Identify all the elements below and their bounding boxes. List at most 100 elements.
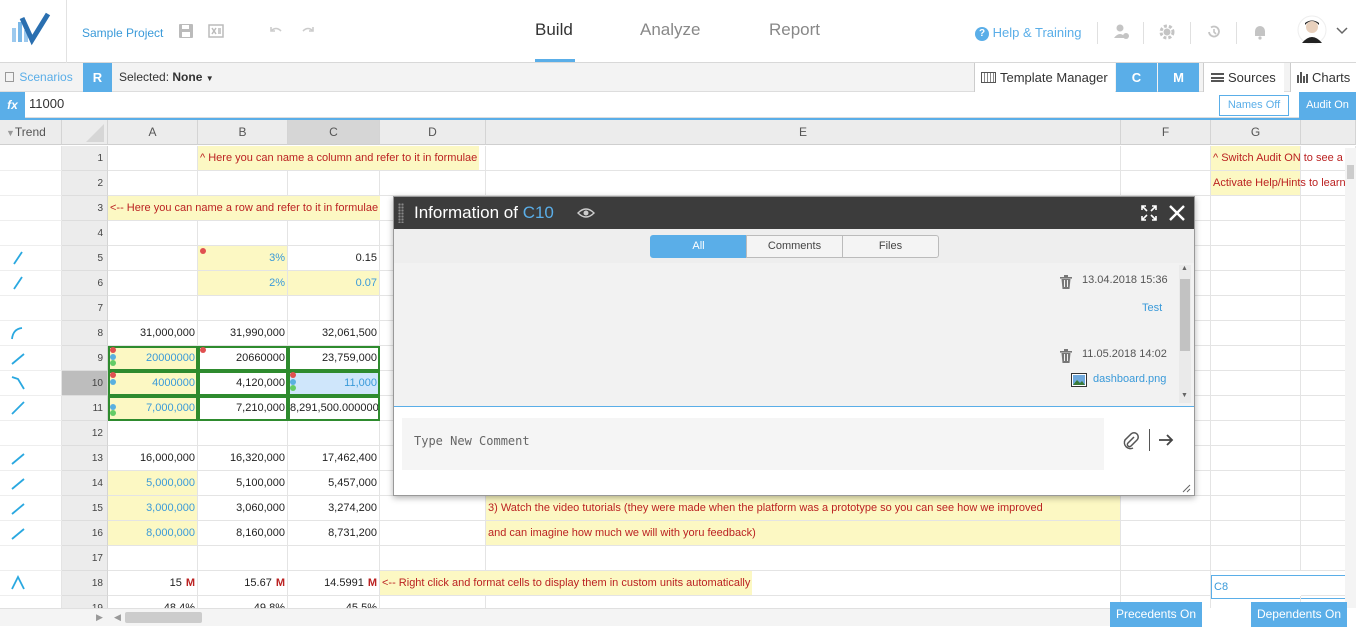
- row-header[interactable]: 2: [62, 171, 108, 196]
- cell-g8[interactable]: [1211, 321, 1301, 346]
- tab-build[interactable]: Build: [535, 20, 573, 40]
- app-logo[interactable]: [0, 0, 67, 63]
- column-header-g[interactable]: G: [1211, 120, 1301, 145]
- cell-g3[interactable]: [1211, 196, 1301, 221]
- cell-c11[interactable]: 8,291,500.000000: [288, 396, 380, 421]
- send-arrow-icon[interactable]: [1158, 433, 1174, 447]
- cell-a17[interactable]: [108, 546, 198, 571]
- column-header-f[interactable]: F: [1121, 120, 1211, 145]
- row-header[interactable]: 14: [62, 471, 108, 496]
- paperclip-icon[interactable]: [1123, 432, 1139, 450]
- row-header[interactable]: 15: [62, 496, 108, 521]
- cell-b19[interactable]: 49.8%: [198, 596, 288, 608]
- cell-f18[interactable]: [1121, 571, 1211, 596]
- vertical-scrollbar[interactable]: [1345, 148, 1356, 608]
- audit-on-button[interactable]: Audit On: [1299, 92, 1356, 118]
- cell-g15[interactable]: [1211, 496, 1301, 521]
- r-toggle-button[interactable]: R: [83, 63, 112, 92]
- row-header[interactable]: 5: [62, 246, 108, 271]
- save-icon[interactable]: [178, 23, 196, 41]
- cell-a11[interactable]: 7,000,000: [108, 396, 198, 421]
- cell-b17[interactable]: [198, 546, 288, 571]
- row-header[interactable]: 12: [62, 421, 108, 446]
- cell-b13[interactable]: 16,320,000: [198, 446, 288, 471]
- names-off-button[interactable]: Names Off: [1219, 95, 1289, 116]
- cell-b2[interactable]: [198, 171, 288, 196]
- row-header[interactable]: 7: [62, 296, 108, 321]
- cell-b6[interactable]: 2%: [198, 271, 288, 296]
- trash-icon[interactable]: [1060, 275, 1072, 289]
- cell-a3[interactable]: <-- Here you can name a row and refer to…: [108, 196, 381, 221]
- cell-c4[interactable]: [288, 221, 380, 246]
- cell-b12[interactable]: [198, 421, 288, 446]
- cell-e19[interactable]: [486, 596, 1121, 608]
- precedents-on-button[interactable]: Precedents On: [1110, 602, 1202, 627]
- cell-e16[interactable]: and can imagine how much we will with yo…: [486, 521, 1121, 546]
- cell-c7[interactable]: [288, 296, 380, 321]
- cell-a7[interactable]: [108, 296, 198, 321]
- history-icon[interactable]: [1205, 23, 1223, 41]
- cell-a15[interactable]: 3,000,000: [108, 496, 198, 521]
- tab-report[interactable]: Report: [769, 20, 820, 40]
- cell-g16[interactable]: [1211, 521, 1301, 546]
- cell-c16[interactable]: 8,731,200: [288, 521, 380, 546]
- cell-c13[interactable]: 17,462,400: [288, 446, 380, 471]
- row-header[interactable]: 16: [62, 521, 108, 546]
- scroll-right-arrow-icon[interactable]: ▶: [96, 612, 103, 623]
- cell-a18[interactable]: 15 M: [108, 571, 198, 596]
- cell-g13[interactable]: [1211, 446, 1301, 471]
- cell-c6[interactable]: 0.07: [288, 271, 380, 296]
- cell-d16[interactable]: [380, 521, 486, 546]
- formula-input[interactable]: 11000: [29, 96, 64, 111]
- avatar[interactable]: [1297, 15, 1327, 45]
- cell-g10[interactable]: [1211, 371, 1301, 396]
- scenarios-button[interactable]: Scenarios: [5, 70, 73, 84]
- cell-e15[interactable]: 3) Watch the video tutorials (they were …: [486, 496, 1121, 521]
- cell-b4[interactable]: [198, 221, 288, 246]
- scrollbar-thumb[interactable]: [125, 612, 202, 623]
- select-all-corner[interactable]: [62, 120, 108, 145]
- row-header[interactable]: 13: [62, 446, 108, 471]
- dialog-header[interactable]: Information of C10: [394, 197, 1194, 229]
- cell-b14[interactable]: 5,100,000: [198, 471, 288, 496]
- cell-b11[interactable]: 7,210,000: [198, 396, 288, 421]
- cell-b8[interactable]: 31,990,000: [198, 321, 288, 346]
- row-header[interactable]: 18: [62, 571, 108, 596]
- cell-g6[interactable]: [1211, 271, 1301, 296]
- cell-d15[interactable]: [380, 496, 486, 521]
- expand-icon[interactable]: [1141, 205, 1157, 221]
- cell-a14[interactable]: 5,000,000: [108, 471, 198, 496]
- cell-a5[interactable]: [108, 246, 198, 271]
- cell-c15[interactable]: 3,274,200: [288, 496, 380, 521]
- cell-a1[interactable]: [108, 146, 198, 171]
- cell-a16[interactable]: 8,000,000: [108, 521, 198, 546]
- charts-button[interactable]: Charts: [1290, 63, 1356, 92]
- cell-f15[interactable]: [1121, 496, 1211, 521]
- eye-icon[interactable]: [577, 207, 595, 219]
- attachment-link[interactable]: dashboard.png: [1093, 373, 1166, 385]
- cell-c9[interactable]: 23,759,000: [288, 346, 380, 371]
- project-name-link[interactable]: Sample Project: [82, 26, 163, 40]
- cell-g7[interactable]: [1211, 296, 1301, 321]
- cell-d17[interactable]: [380, 546, 486, 571]
- cell-c8[interactable]: 32,061,500: [288, 321, 380, 346]
- selected-dropdown[interactable]: Selected: None ▼: [119, 70, 214, 84]
- cell-g11[interactable]: [1211, 396, 1301, 421]
- redo-icon[interactable]: [300, 23, 318, 41]
- bell-icon[interactable]: [1251, 23, 1269, 41]
- comment-input[interactable]: Type New Comment: [402, 418, 1104, 470]
- cell-b5[interactable]: 3%: [198, 246, 288, 271]
- cell-c5[interactable]: 0.15: [288, 246, 380, 271]
- cell-c17[interactable]: [288, 546, 380, 571]
- column-header-e[interactable]: E: [486, 120, 1121, 145]
- cell-g4[interactable]: [1211, 221, 1301, 246]
- row-header[interactable]: 8: [62, 321, 108, 346]
- cell-a9[interactable]: 20000000: [108, 346, 198, 371]
- cell-c10[interactable]: 11,000: [288, 371, 380, 396]
- column-header-h[interactable]: [1301, 120, 1356, 145]
- tab-comments[interactable]: Comments: [746, 235, 843, 258]
- cell-g9[interactable]: [1211, 346, 1301, 371]
- cell-d18[interactable]: <-- Right click and format cells to disp…: [380, 571, 753, 596]
- row-header[interactable]: 3: [62, 196, 108, 221]
- dialog-scrollbar[interactable]: ▲ ▼: [1179, 265, 1191, 403]
